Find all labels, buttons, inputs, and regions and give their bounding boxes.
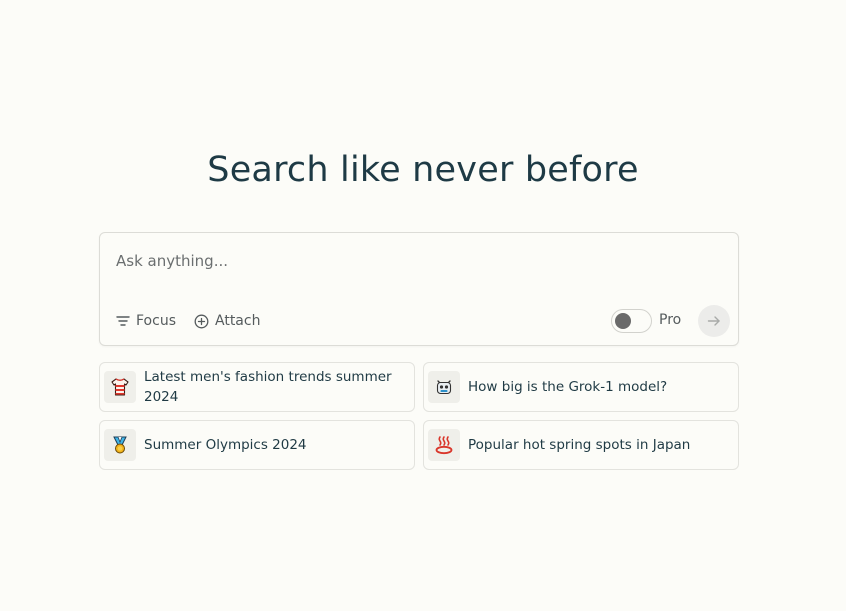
filter-icon [116, 315, 130, 327]
attach-button[interactable]: Attach [194, 311, 260, 331]
page: Search like never before Focus A [0, 0, 846, 611]
suggestion-grok[interactable]: How big is the Grok-1 model? [423, 362, 739, 412]
suggestion-fashion[interactable]: Latest men's fashion trends summer 2024 [99, 362, 415, 412]
pro-toggle[interactable] [611, 309, 652, 333]
plus-circle-icon [194, 314, 209, 329]
suggestion-hot-spring[interactable]: Popular hot spring spots in Japan [423, 420, 739, 470]
attach-label: Attach [215, 313, 261, 329]
suggestion-label: Summer Olympics 2024 [144, 437, 307, 453]
search-box: Focus Attach Pro [99, 232, 739, 346]
robot-icon [428, 371, 460, 403]
submit-button[interactable] [698, 305, 730, 337]
hot-spring-icon [428, 429, 460, 461]
pro-label: Pro [659, 312, 682, 328]
pro-toggle-knob [615, 313, 631, 329]
arrow-right-icon [707, 312, 721, 331]
medal-icon [104, 429, 136, 461]
focus-label: Focus [136, 313, 176, 329]
page-title: Search like never before [207, 150, 639, 190]
suggestion-label: Popular hot spring spots in Japan [468, 437, 691, 453]
focus-button[interactable]: Focus [116, 311, 176, 331]
shirt-icon [104, 371, 136, 403]
suggestion-label: Latest men's fashion trends summer 2024 [144, 369, 392, 405]
suggestion-olympics[interactable]: Summer Olympics 2024 [99, 420, 415, 470]
search-input[interactable] [116, 249, 716, 273]
suggestion-label: How big is the Grok-1 model? [468, 379, 668, 395]
